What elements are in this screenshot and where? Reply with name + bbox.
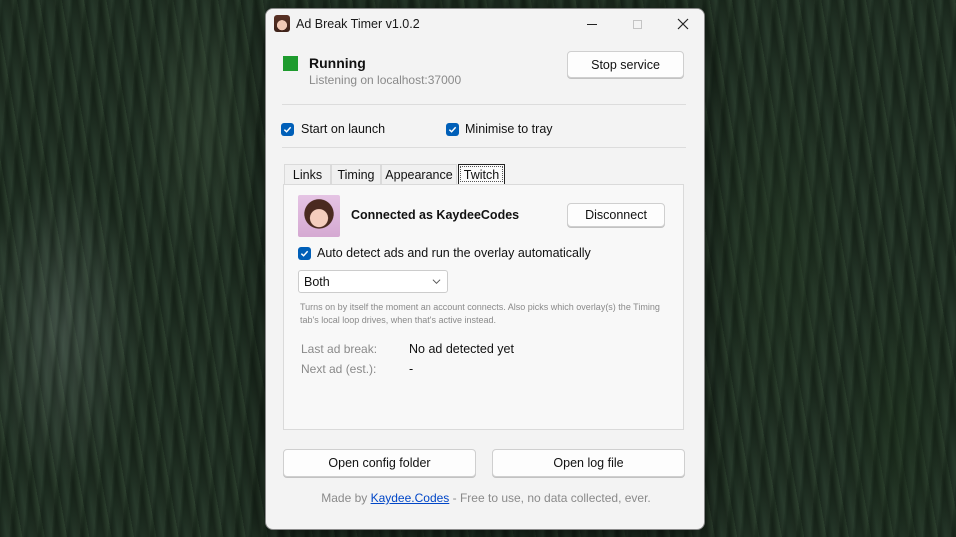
- stop-service-button[interactable]: Stop service: [567, 51, 684, 78]
- auto-detect-checkbox[interactable]: [298, 247, 311, 260]
- checkmark-icon: [448, 126, 457, 133]
- footer: Made by Kaydee.Codes - Free to use, no d…: [266, 491, 704, 505]
- app-logo-icon: [274, 15, 290, 32]
- overlay-hint: Turns on by itself the moment an account…: [300, 302, 660, 325]
- auto-detect-label[interactable]: Auto detect ads and run the overlay auto…: [317, 246, 591, 260]
- open-config-folder-button[interactable]: Open config folder: [283, 449, 476, 477]
- twitch-tab-panel: Connected as KaydeeCodes Disconnect Auto…: [283, 184, 684, 430]
- checkmark-icon: [283, 126, 292, 133]
- next-ad-label: Next ad (est.):: [301, 362, 377, 376]
- tab-links[interactable]: Links: [284, 164, 331, 185]
- status-indicator: [283, 56, 298, 71]
- overlay-select-value: Both: [304, 275, 330, 289]
- last-ad-value: No ad detected yet: [409, 342, 514, 356]
- next-ad-value: -: [409, 362, 414, 376]
- chevron-down-icon: [432, 279, 441, 285]
- disconnect-button[interactable]: Disconnect: [567, 203, 665, 227]
- maximize-icon: [632, 19, 642, 29]
- avatar: [298, 195, 340, 237]
- footer-link[interactable]: Kaydee.Codes: [371, 491, 450, 505]
- minimise-to-tray-checkbox[interactable]: [446, 123, 459, 136]
- maximize-button: [614, 9, 660, 39]
- minimise-to-tray-label[interactable]: Minimise to tray: [465, 122, 553, 136]
- close-button[interactable]: [660, 9, 704, 39]
- tab-appearance[interactable]: Appearance: [381, 164, 457, 185]
- tab-twitch[interactable]: Twitch: [458, 164, 505, 184]
- last-ad-label: Last ad break:: [301, 342, 378, 356]
- footer-prefix: Made by: [321, 491, 371, 505]
- start-on-launch-checkbox[interactable]: [281, 123, 294, 136]
- checkmark-icon: [300, 250, 309, 257]
- overlay-select[interactable]: Both: [298, 270, 448, 293]
- tab-timing[interactable]: Timing: [331, 164, 381, 185]
- divider: [282, 147, 686, 148]
- status-title: Running: [309, 55, 366, 71]
- window-title: Ad Break Timer v1.0.2: [296, 17, 420, 31]
- close-icon: [677, 18, 689, 30]
- start-on-launch-label[interactable]: Start on launch: [301, 122, 385, 136]
- footer-suffix: - Free to use, no data collected, ever.: [449, 491, 651, 505]
- minimize-button[interactable]: [569, 9, 615, 39]
- minimize-icon: [587, 23, 597, 25]
- title-bar[interactable]: Ad Break Timer v1.0.2: [266, 9, 704, 39]
- app-window: Ad Break Timer v1.0.2 Running Listening …: [265, 8, 705, 530]
- status-subtitle: Listening on localhost:37000: [309, 73, 462, 87]
- open-log-file-button[interactable]: Open log file: [492, 449, 685, 477]
- divider: [282, 104, 686, 105]
- connected-status: Connected as KaydeeCodes: [351, 208, 520, 222]
